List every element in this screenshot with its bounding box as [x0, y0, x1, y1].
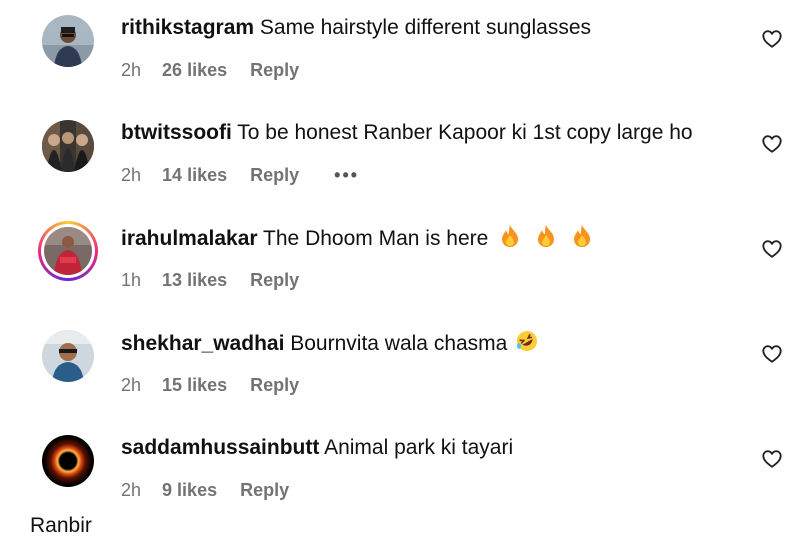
avatar[interactable] — [42, 120, 94, 172]
comment-likes[interactable]: 13 likes — [162, 270, 227, 290]
fire-emoji-icon — [500, 224, 520, 248]
comment-text: Animal park ki tayari — [324, 436, 514, 459]
comment-item: btwitssoofi To be honest Ranber Kapoor k… — [0, 105, 800, 210]
comment-text: The Dhoom Man is here — [263, 227, 489, 250]
comment-username[interactable]: shekhar_wadhai — [121, 332, 284, 355]
comment-time: 2h — [121, 375, 142, 395]
profile-photo-icon — [42, 15, 94, 67]
profile-photo-story-ring-icon — [44, 227, 92, 275]
profile-photo-icon — [42, 330, 94, 382]
cutoff-caption-text: Ranbir — [30, 514, 92, 537]
comment-likes[interactable]: 26 likes — [162, 60, 227, 80]
comment-likes[interactable]: 14 likes — [162, 165, 227, 185]
fire-emoji-icon — [572, 224, 592, 248]
avatar[interactable] — [42, 435, 94, 487]
comment-item: irahulmalakar The Dhoom Man is here 1h 1… — [0, 210, 800, 315]
comment-username[interactable]: saddamhussainbutt — [121, 436, 319, 459]
comment-time: 1h — [121, 270, 142, 290]
reply-button[interactable]: Reply — [240, 480, 289, 500]
comment-likes[interactable]: 15 likes — [162, 375, 227, 395]
comment-text: To be honest Ranber Kapoor ki 1st copy l… — [237, 121, 693, 144]
profile-photo-icon — [42, 120, 94, 172]
more-options-icon[interactable]: ••• — [334, 165, 359, 185]
comment-item: rithikstagram Same hairstyle different s… — [0, 0, 800, 105]
avatar[interactable] — [42, 330, 94, 382]
reply-button[interactable]: Reply — [250, 375, 299, 395]
avatar-with-story-ring[interactable] — [38, 221, 98, 281]
heart-outline-icon[interactable] — [761, 448, 783, 470]
comment-time: 2h — [121, 480, 142, 500]
comment-text: Same hairstyle different sunglasses — [259, 16, 592, 39]
comment-likes[interactable]: 9 likes — [162, 480, 217, 500]
heart-outline-icon[interactable] — [761, 238, 783, 260]
heart-outline-icon[interactable] — [761, 343, 783, 365]
comment-username[interactable]: rithikstagram — [121, 16, 254, 39]
avatar[interactable] — [42, 15, 94, 67]
comment-username[interactable]: irahulmalakar — [121, 227, 258, 250]
heart-outline-icon[interactable] — [761, 133, 783, 155]
heart-outline-icon[interactable] — [761, 28, 783, 50]
reply-button[interactable]: Reply — [250, 165, 299, 185]
reply-button[interactable]: Reply — [250, 60, 299, 80]
comment-item: shekhar_wadhai Bournvita wala chasma 2h … — [0, 315, 800, 420]
comment-time: 2h — [121, 165, 142, 185]
reply-button[interactable]: Reply — [250, 270, 299, 290]
fire-emoji-icon — [536, 224, 556, 248]
comment-username[interactable]: btwitssoofi — [121, 121, 232, 144]
black-hole-photo-icon — [42, 435, 94, 487]
rofl-emoji-icon — [515, 329, 539, 353]
comment-item: saddamhussainbutt Animal park ki tayari … — [0, 420, 800, 525]
comment-text: Bournvita wala chasma — [290, 332, 508, 355]
comment-time: 2h — [121, 60, 142, 80]
